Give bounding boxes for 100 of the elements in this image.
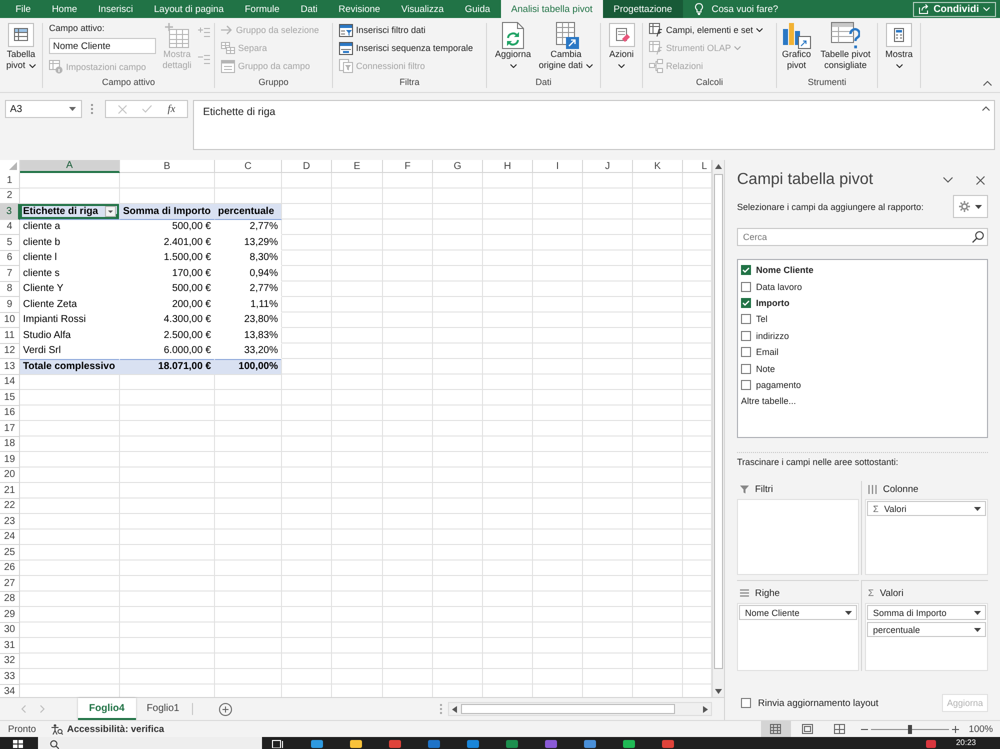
field-list-item[interactable]: Data lavoro	[741, 278, 802, 295]
arrow-left-icon[interactable]	[452, 706, 457, 712]
ribbon-tab[interactable]: Home	[41, 0, 88, 18]
row-header[interactable]: 15	[0, 390, 20, 406]
ribbon-tab[interactable]: Guida	[454, 0, 501, 18]
area-field-dropdown[interactable]: Σ Valori	[867, 501, 986, 516]
field-list-item[interactable]: Tel	[741, 311, 768, 328]
taskbar-search-field[interactable]	[38, 737, 262, 749]
ribbon-button[interactable]: Campi, elementi e set	[649, 21, 766, 39]
taskbar-app-icon[interactable]	[623, 740, 635, 748]
drop-area[interactable]: Nome Cliente	[737, 603, 859, 671]
row-header[interactable]: 11	[0, 328, 20, 344]
windows-logo-icon[interactable]	[13, 740, 23, 748]
row-header[interactable]: 7	[0, 266, 20, 282]
ribbon-tab[interactable]: Visualizza	[390, 0, 454, 18]
taskbar-app-icon[interactable]	[584, 740, 596, 748]
ribbon-tab[interactable]: Formule	[234, 0, 290, 18]
search-field[interactable]: Cerca	[737, 228, 988, 246]
chevron-up-icon[interactable]	[983, 81, 992, 86]
column-header[interactable]: B	[120, 160, 215, 173]
row-header[interactable]: 24	[0, 530, 20, 545]
field-list-item[interactable]: Nome Cliente	[741, 262, 814, 278]
active-field-input[interactable]: Nome Cliente	[49, 38, 156, 54]
scroll-thumb[interactable]	[714, 174, 723, 669]
area-field-dropdown[interactable]: Nome Cliente	[739, 605, 857, 620]
column-header[interactable]: D	[282, 160, 332, 173]
ribbon-button[interactable]: Azioni	[604, 21, 640, 68]
row-header[interactable]: 1	[0, 173, 20, 188]
check-icon[interactable]	[142, 105, 152, 113]
ribbon-tab[interactable]: Dati	[290, 0, 328, 18]
checkbox[interactable]	[741, 282, 751, 292]
share-button[interactable]: Condividi	[913, 2, 996, 16]
row-header[interactable]: 4	[0, 220, 20, 235]
row-header[interactable]: 5	[0, 235, 20, 250]
horizontal-scrollbar[interactable]	[448, 702, 712, 716]
defer-update-checkbox[interactable]: Rinvia aggiornamento layout	[737, 698, 878, 708]
column-header[interactable]: A	[20, 160, 120, 173]
field-list-item[interactable]: indirizzo	[741, 328, 790, 344]
field-list-item[interactable]: Importo	[741, 294, 790, 312]
slider-thumb[interactable]	[908, 724, 912, 734]
checkbox[interactable]	[741, 314, 751, 324]
close-icon[interactable]	[976, 176, 985, 184]
row-header[interactable]: 32	[0, 654, 20, 669]
column-header[interactable]: E	[332, 160, 383, 173]
ribbon-tab[interactable]: Layout di pagina	[144, 0, 234, 18]
checkbox[interactable]	[741, 347, 751, 358]
row-header[interactable]: 6	[0, 250, 20, 266]
name-box[interactable]: A3	[5, 100, 82, 118]
arrow-right-icon[interactable]	[703, 706, 708, 712]
row-header[interactable]: 22	[0, 498, 20, 514]
zoom-level[interactable]: 100%	[968, 724, 993, 734]
taskbar-app-icon[interactable]	[467, 740, 479, 748]
ribbon-button[interactable]: Tabella pivot	[2, 21, 40, 71]
row-header[interactable]: 23	[0, 514, 20, 530]
taskbar-app-icon[interactable]	[545, 740, 557, 748]
area-field-dropdown[interactable]: Somma di Importo	[867, 605, 986, 620]
ribbon-button[interactable]: Cambia origine dati	[537, 21, 595, 71]
sheet-tab[interactable]: Foglio4	[78, 698, 136, 720]
field-list-item[interactable]: Note	[741, 360, 776, 377]
row-header[interactable]: 34	[0, 684, 20, 697]
row-header[interactable]: 10	[0, 312, 20, 328]
ribbon-tab[interactable]: Progettazione	[603, 0, 683, 18]
row-header[interactable]: 31	[0, 638, 20, 654]
checkbox[interactable]	[741, 698, 751, 708]
ribbon-tab[interactable]: File	[5, 0, 42, 18]
column-header[interactable]: C	[215, 160, 282, 173]
row-header[interactable]: 8	[0, 282, 20, 297]
column-header[interactable]: J	[583, 160, 633, 173]
column-header[interactable]: I	[533, 160, 583, 173]
taskbar-app-icon[interactable]	[311, 740, 323, 748]
scroll-thumb[interactable]	[461, 704, 675, 714]
checkbox[interactable]	[741, 330, 751, 341]
ribbon-button[interactable]: Aggiorna	[492, 21, 534, 68]
row-header[interactable]: 2	[0, 188, 20, 204]
row-header[interactable]: 9	[0, 297, 20, 312]
column-header[interactable]: F	[383, 160, 433, 173]
row-header[interactable]: 21	[0, 483, 20, 498]
drop-area[interactable]: Somma di Importo percentuale	[865, 603, 988, 671]
sheet-tab[interactable]: Foglio1	[136, 698, 190, 720]
drop-area[interactable]: Σ Valori	[865, 499, 988, 575]
vertical-scrollbar[interactable]	[712, 160, 724, 697]
ribbon-button[interactable]: Grafico pivot	[780, 21, 814, 71]
formula-bar[interactable]: Etichette di riga	[193, 100, 995, 150]
row-header[interactable]: 25	[0, 545, 20, 560]
row-header[interactable]: 30	[0, 622, 20, 638]
row-header[interactable]: 17	[0, 421, 20, 436]
area-field-dropdown[interactable]: percentuale	[867, 622, 986, 637]
checkbox[interactable]	[741, 298, 751, 308]
row-header[interactable]: 12	[0, 344, 20, 359]
chevron-down-icon[interactable]	[943, 177, 953, 183]
taskbar-app-icon[interactable]	[428, 740, 440, 748]
taskbar-app-icon[interactable]	[350, 740, 362, 748]
row-header[interactable]: 13	[0, 359, 20, 374]
plus-icon[interactable]	[952, 726, 959, 732]
view-button[interactable]	[760, 721, 791, 737]
ribbon-button[interactable]: Inserisci sequenza temporale	[339, 39, 476, 57]
row-header[interactable]: 18	[0, 436, 20, 452]
clock[interactable]: 20:23	[956, 737, 976, 749]
row-header[interactable]: 27	[0, 576, 20, 592]
row-header[interactable]: 19	[0, 452, 20, 468]
